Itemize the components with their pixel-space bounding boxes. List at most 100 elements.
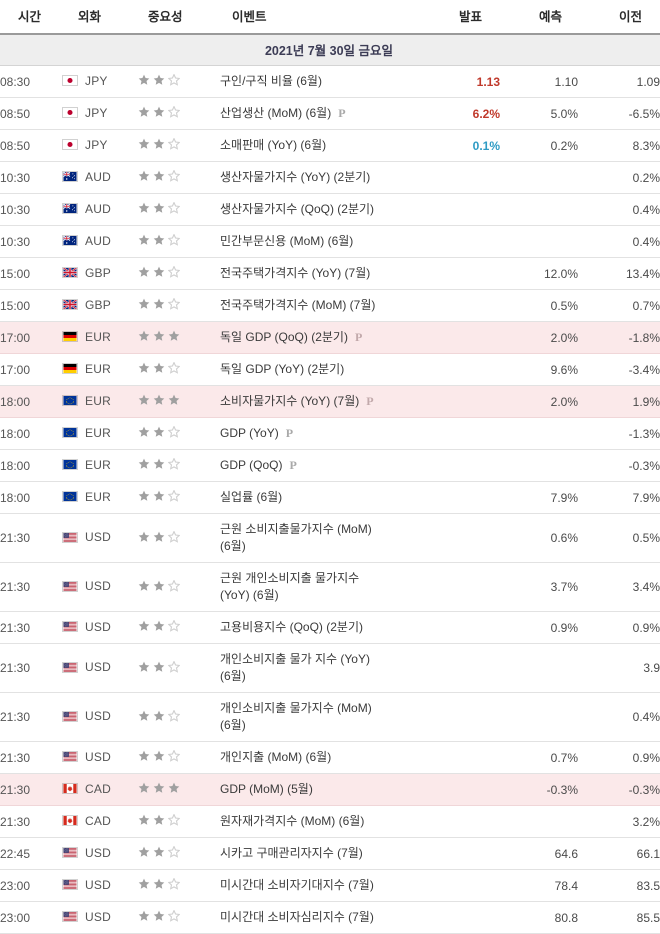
impact-stars[interactable] (138, 782, 180, 794)
column-header-actual[interactable]: 발표 (418, 0, 500, 35)
cell-actual (418, 611, 500, 644)
column-header-currency[interactable]: 외화 (62, 0, 138, 35)
column-header-event[interactable]: 이벤트 (220, 0, 418, 35)
cell-event[interactable]: 구인/구직 비율 (6월) (220, 65, 418, 98)
impact-stars[interactable] (138, 579, 180, 592)
table-row[interactable]: 23:00 USD 미시간대 소비자심리지수 (7월) 80.8 85.5 (0, 901, 660, 934)
table-row[interactable]: 10:30 AUD 생산자물가지수 (QoQ) (2분기) 0.4% (0, 193, 660, 226)
forecast-value: 80.8 (554, 910, 578, 925)
impact-stars[interactable] (138, 170, 180, 182)
impact-stars[interactable] (138, 298, 180, 310)
table-row[interactable]: 18:00 EUR GDP (YoY) P -1.3% (0, 417, 660, 450)
impact-stars[interactable] (138, 530, 180, 543)
cell-time: 21:30 (0, 805, 62, 838)
table-row[interactable]: 21:30 USD 근원 개인소비지출 물가지수 (YoY) (6월) 3.7% 3.4% (0, 562, 660, 612)
impact-stars[interactable] (138, 266, 180, 278)
table-row[interactable]: 10:30 AUD 생산자물가지수 (YoY) (2분기) 0.2% (0, 161, 660, 194)
table-row[interactable]: 18:00 EUR GDP (QoQ) P -0.3% (0, 449, 660, 482)
table-row[interactable]: 17:00 EUR 독일 GDP (QoQ) (2분기) P 2.0% -1.8% (0, 321, 660, 354)
cell-forecast: -0.3% (500, 773, 578, 806)
cell-event[interactable]: 개인지출 (MoM) (6월) (220, 741, 418, 774)
table-row[interactable]: 08:50 JPY 소매판매 (YoY) (6월) 0.1% 0.2% 8.3% (0, 129, 660, 162)
cell-event[interactable]: 전국주택가격지수 (MoM) (7월) (220, 289, 418, 322)
table-row[interactable]: 22:45 USD 시카고 구매관리자지수 (7월) 64.6 66.1 (0, 837, 660, 870)
table-row[interactable]: 08:30 JPY 구인/구직 비율 (6월) 1.13 1.10 1.09 (0, 65, 660, 98)
star-empty-icon (168, 202, 180, 214)
impact-stars[interactable] (138, 660, 180, 673)
impact-stars[interactable] (138, 394, 180, 406)
impact-stars[interactable] (138, 458, 180, 470)
impact-stars[interactable] (138, 709, 180, 722)
table-row[interactable]: 21:30 USD 고용비용지수 (QoQ) (2분기) 0.9% 0.9% (0, 611, 660, 644)
impact-stars[interactable] (138, 878, 180, 890)
impact-stars[interactable] (138, 750, 180, 762)
cell-event[interactable]: 미시간대 소비자심리지수 (7월) (220, 901, 418, 934)
cell-event[interactable]: 원자재가격지수 (MoM) (6월) (220, 805, 418, 838)
table-row[interactable]: 23:00 USD 미시간대 소비자기대지수 (7월) 78.4 83.5 (0, 869, 660, 902)
cell-time: 21:30 (0, 773, 62, 806)
cell-event[interactable]: 산업생산 (MoM) (6월) P (220, 97, 418, 130)
cell-event[interactable]: 실업률 (6월) (220, 481, 418, 514)
column-header-impact[interactable]: 중요성 (138, 0, 220, 35)
column-header-time[interactable]: 시간 (0, 0, 62, 35)
table-row[interactable]: 17:00 EUR 독일 GDP (YoY) (2분기) 9.6% -3.4% (0, 353, 660, 386)
table-row[interactable]: 21:30 USD 근원 소비지출물가지수 (MoM) (6월) 0.6% 0.5% (0, 513, 660, 563)
cell-event[interactable]: 생산자물가지수 (QoQ) (2분기) (220, 193, 418, 226)
jp-flag-icon (62, 139, 78, 151)
impact-stars[interactable] (138, 106, 180, 118)
table-row[interactable]: 21:30 USD 개인지출 (MoM) (6월) 0.7% 0.9% (0, 741, 660, 774)
cell-event[interactable]: 소매판매 (YoY) (6월) (220, 129, 418, 162)
cell-event[interactable]: 민간부문신용 (MoM) (6월) (220, 225, 418, 258)
impact-stars[interactable] (138, 138, 180, 150)
table-row[interactable]: 08:50 JPY 산업생산 (MoM) (6월) P 6.2% 5.0% -6.5% (0, 97, 660, 130)
cell-event[interactable]: 근원 소비지출물가지수 (MoM) (6월) (220, 513, 418, 563)
cell-event[interactable]: 생산자물가지수 (YoY) (2분기) (220, 161, 418, 194)
table-row[interactable]: 21:30 CAD GDP (MoM) (5월) -0.3% -0.3% (0, 773, 660, 806)
table-row[interactable]: 21:30 USD 개인소비지출 물가 지수 (YoY) (6월) 3.9 (0, 643, 660, 693)
cell-event[interactable]: 개인소비지출 물가 지수 (YoY) (6월) (220, 643, 418, 693)
cell-event[interactable]: GDP (QoQ) P (220, 449, 418, 482)
impact-stars[interactable] (138, 202, 180, 214)
impact-stars[interactable] (138, 426, 180, 438)
table-row[interactable]: 10:30 AUD 민간부문신용 (MoM) (6월) 0.4% (0, 225, 660, 258)
cell-event[interactable]: 근원 개인소비지출 물가지수 (YoY) (6월) (220, 562, 418, 612)
cell-forecast (500, 643, 578, 693)
impact-stars[interactable] (138, 910, 180, 922)
impact-stars[interactable] (138, 74, 180, 86)
cell-event[interactable]: 독일 GDP (YoY) (2분기) (220, 353, 418, 386)
table-row[interactable]: 21:30 USD 개인소비지출 물가지수 (MoM) (6월) 0.4% (0, 692, 660, 742)
star-filled-icon (153, 330, 165, 342)
table-row[interactable]: 15:00 GBP 전국주택가격지수 (YoY) (7월) 12.0% 13.4% (0, 257, 660, 290)
column-header-forecast[interactable]: 예측 (500, 0, 578, 35)
table-row[interactable]: 18:00 EUR 소비자물가지수 (YoY) (7월) P 2.0% 1.9% (0, 385, 660, 418)
cell-event[interactable]: 소비자물가지수 (YoY) (7월) P (220, 385, 418, 418)
impact-stars[interactable] (138, 330, 180, 342)
impact-stars[interactable] (138, 814, 180, 826)
eu-flag-icon (62, 491, 78, 503)
event-name: 근원 개인소비지출 물가지수 (YoY) (6월) (220, 571, 360, 602)
impact-stars[interactable] (138, 620, 180, 632)
impact-stars[interactable] (138, 234, 180, 246)
forecast-value: 0.2% (550, 138, 578, 153)
star-empty-icon (168, 170, 180, 182)
impact-stars[interactable] (138, 846, 180, 858)
cell-event[interactable]: GDP (MoM) (5월) (220, 773, 418, 806)
impact-stars[interactable] (138, 362, 180, 374)
cell-event[interactable]: 미시간대 소비자기대지수 (7월) (220, 869, 418, 902)
cell-event[interactable]: 개인소비지출 물가지수 (MoM) (6월) (220, 692, 418, 742)
table-row[interactable]: 15:00 GBP 전국주택가격지수 (MoM) (7월) 0.5% 0.7% (0, 289, 660, 322)
table-row[interactable]: 21:30 CAD 원자재가격지수 (MoM) (6월) 3.2% (0, 805, 660, 838)
impact-stars[interactable] (138, 490, 180, 502)
star-empty-icon (168, 234, 180, 246)
cell-event[interactable]: GDP (YoY) P (220, 417, 418, 450)
table-row[interactable]: 18:00 EUR 실업률 (6월) 7.9% 7.9% (0, 481, 660, 514)
cell-event[interactable]: 시카고 구매관리자지수 (7월) (220, 837, 418, 870)
column-header-previous[interactable]: 이전 (578, 0, 660, 35)
currency-code: USD (85, 579, 111, 594)
cell-currency: USD (62, 513, 138, 563)
cell-time: 18:00 (0, 385, 62, 418)
cell-event[interactable]: 전국주택가격지수 (YoY) (7월) (220, 257, 418, 290)
cell-event[interactable]: 독일 GDP (QoQ) (2분기) P (220, 321, 418, 354)
forecast-value: 78.4 (554, 878, 578, 893)
cell-event[interactable]: 고용비용지수 (QoQ) (2분기) (220, 611, 418, 644)
